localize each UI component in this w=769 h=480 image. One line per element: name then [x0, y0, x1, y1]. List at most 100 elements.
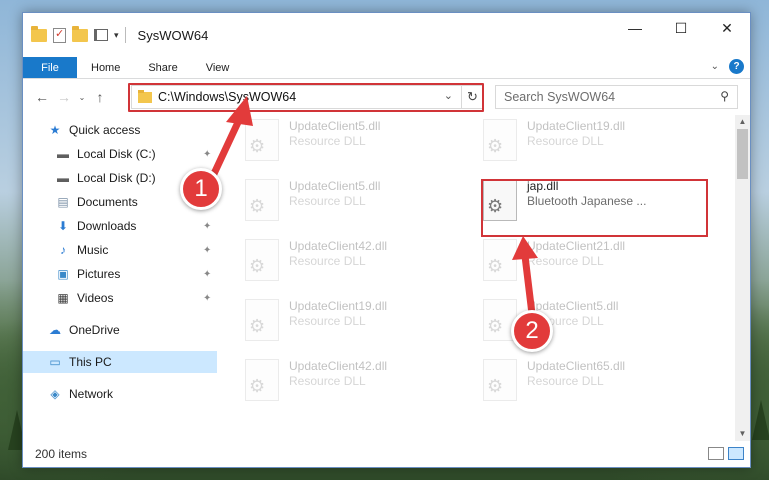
pictures-icon: ▣ [57, 267, 69, 281]
tab-home[interactable]: Home [77, 57, 134, 78]
search-input[interactable]: Search SysWOW64 ⚲ [495, 85, 738, 109]
help-icon[interactable]: ? [729, 59, 744, 74]
file-name: UpdateClient19.dll [289, 299, 388, 313]
file-name: UpdateClient5.dll [289, 119, 381, 133]
file-item[interactable]: UpdateClient42.dllResource DLL [245, 359, 445, 411]
back-button[interactable]: ← [31, 89, 53, 105]
explorer-window: ▾ SysWOW64 — ☐ ✕ File Home Share View ⌄ … [22, 12, 751, 468]
sidebar-item-onedrive[interactable]: ☁ OneDrive [23, 319, 217, 341]
folder-icon [31, 25, 47, 42]
maximize-button[interactable]: ☐ [658, 13, 704, 43]
status-bar: 200 items [23, 441, 750, 467]
scroll-down-icon[interactable]: ▼ [735, 427, 750, 441]
expand-ribbon-icon[interactable]: ⌄ [711, 61, 719, 72]
item-count: 200 items [35, 447, 88, 461]
file-item[interactable]: UpdateClient5.dllResource DLL [245, 179, 445, 231]
recent-locations-button[interactable]: ⌄ [75, 93, 89, 102]
file-name: UpdateClient21.dll [527, 239, 626, 253]
navigation-bar: ← → ⌄ ↑ C:\Windows\SysWOW64 ⌄ ↻ Search S… [23, 79, 750, 115]
window-title: SysWOW64 [137, 27, 209, 43]
file-item[interactable]: UpdateClient65.dllResource DLL [483, 359, 683, 411]
computer-icon: ▭ [49, 355, 61, 369]
sidebar-item-pictures[interactable]: ▣ Pictures ✦ [23, 263, 217, 285]
scroll-thumb[interactable] [737, 129, 748, 179]
callout-step-2: 2 [511, 310, 553, 352]
sidebar-item-label: Videos [77, 291, 114, 305]
music-icon: ♪ [60, 243, 66, 257]
vertical-scrollbar[interactable]: ▲ ▼ [735, 115, 750, 441]
sidebar-item-label: Network [69, 387, 114, 401]
tab-file[interactable]: File [23, 57, 77, 78]
dll-file-icon [245, 359, 279, 401]
sidebar-item-label: Downloads [77, 219, 137, 233]
file-name: UpdateClient42.dll [289, 239, 388, 253]
file-type: Resource DLL [527, 374, 604, 388]
pin-icon: ✦ [203, 220, 212, 232]
network-icon: ◈ [50, 387, 60, 401]
sidebar-item-local-disk-c[interactable]: ▬ Local Disk (C:) ✦ [23, 143, 217, 165]
file-name: UpdateClient5.dll [289, 179, 381, 193]
sidebar-item-label: Local Disk (C:) [77, 147, 156, 161]
large-icons-view-icon[interactable] [728, 447, 744, 460]
tab-share[interactable]: Share [134, 57, 191, 78]
file-type: Resource DLL [289, 194, 366, 208]
dll-file-icon [483, 239, 517, 281]
file-type: Resource DLL [289, 374, 366, 388]
sidebar-item-label: Quick access [69, 123, 141, 137]
file-name: UpdateClient65.dll [527, 359, 626, 373]
dll-file-icon [483, 359, 517, 401]
new-folder-icon[interactable] [72, 25, 88, 42]
sidebar-item-downloads[interactable]: ⬇ Downloads ✦ [23, 215, 217, 237]
documents-icon: ▤ [57, 195, 69, 209]
pin-icon: ✦ [203, 244, 212, 256]
window-controls: — ☐ ✕ [612, 13, 750, 43]
drive-icon: ▬ [57, 147, 69, 161]
sidebar-item-label: This PC [69, 355, 112, 369]
callout-step-1: 1 [180, 168, 222, 210]
customize-toolbar-icon[interactable]: ▾ [114, 30, 119, 41]
view-icon[interactable] [94, 29, 108, 41]
pin-icon: ✦ [203, 292, 212, 304]
cloud-icon: ☁ [49, 323, 61, 337]
sidebar-item-quick-access[interactable]: ★ Quick access [23, 119, 217, 141]
dll-file-icon [245, 239, 279, 281]
pin-icon: ✦ [203, 148, 212, 160]
scroll-up-icon[interactable]: ▲ [735, 115, 750, 129]
sidebar-item-network[interactable]: ◈ Network [23, 383, 217, 405]
file-type: Resource DLL [289, 134, 366, 148]
toolbar-divider [124, 27, 126, 43]
file-item[interactable]: UpdateClient42.dllResource DLL [245, 239, 445, 291]
search-icon[interactable]: ⚲ [720, 89, 729, 103]
up-button[interactable]: ↑ [89, 89, 111, 105]
file-item[interactable]: UpdateClient5.dllResource DLL [245, 119, 445, 171]
forward-button[interactable]: → [53, 89, 75, 105]
file-item[interactable]: UpdateClient19.dllResource DLL [483, 119, 683, 171]
background-tree [752, 400, 769, 440]
file-type: Resource DLL [289, 254, 366, 268]
search-placeholder: Search SysWOW64 [504, 90, 616, 104]
minimize-button[interactable]: — [612, 13, 658, 43]
file-name: UpdateClient19.dll [527, 119, 626, 133]
title-bar: ▾ SysWOW64 — ☐ ✕ [23, 13, 750, 57]
file-highlight-box [481, 179, 708, 237]
file-type: Resource DLL [289, 314, 366, 328]
file-item[interactable]: UpdateClient19.dllResource DLL [245, 299, 445, 351]
dll-file-icon [245, 119, 279, 161]
dll-file-icon [245, 299, 279, 341]
sidebar-item-this-pc[interactable]: ▭ This PC [23, 351, 217, 373]
sidebar-item-label: OneDrive [69, 323, 120, 337]
close-button[interactable]: ✕ [704, 13, 750, 43]
sidebar-item-music[interactable]: ♪ Music ✦ [23, 239, 217, 261]
details-view-icon[interactable] [708, 447, 724, 460]
sidebar-item-videos[interactable]: ▦ Videos ✦ [23, 287, 217, 309]
properties-icon[interactable] [53, 27, 66, 43]
navigation-pane: ★ Quick access ▬ Local Disk (C:) ✦ ▬ Loc… [23, 115, 217, 441]
tab-view[interactable]: View [192, 57, 244, 78]
file-item[interactable]: UpdateClient21.dllResource DLL [483, 239, 683, 291]
ribbon-tabs: File Home Share View ⌄ ? [23, 57, 750, 79]
file-type: Resource DLL [527, 134, 604, 148]
sidebar-item-label: Documents [77, 195, 138, 209]
dll-file-icon [245, 179, 279, 221]
sidebar-item-label: Local Disk (D:) [77, 171, 156, 185]
sidebar-item-label: Music [77, 243, 109, 257]
